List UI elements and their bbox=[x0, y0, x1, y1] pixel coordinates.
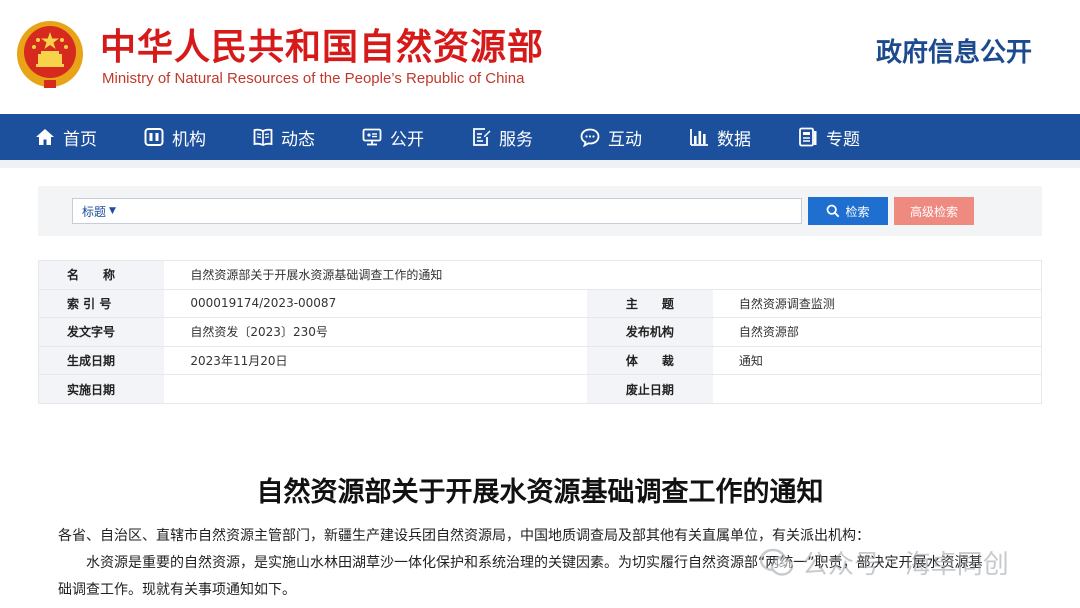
meta-name-value: 自然资源部关于开展水资源基础调查工作的通知 bbox=[164, 260, 1042, 290]
search-button[interactable]: 检索 bbox=[808, 197, 888, 225]
meta-genre-label: 体 裁 bbox=[586, 346, 713, 376]
meta-date-label: 生成日期 bbox=[38, 346, 165, 376]
bar-chart-icon bbox=[688, 126, 710, 148]
gov-info-heading[interactable]: 政府信息公开 bbox=[876, 32, 1032, 69]
national-emblem-icon[interactable] bbox=[14, 18, 86, 92]
table-row: 索 引 号 000019174/2023-00087 主 题 自然资源调查监测 bbox=[38, 289, 1042, 319]
table-row: 名 称 自然资源部关于开展水资源基础调查工作的通知 bbox=[38, 260, 1042, 290]
meta-issuer-value: 自然资源部 bbox=[712, 317, 1042, 347]
nav-item-data[interactable]: 数据 bbox=[688, 114, 751, 160]
nav-label-service: 服务 bbox=[499, 129, 533, 150]
meta-subject-label: 主 题 bbox=[586, 289, 713, 319]
meta-expiry-value bbox=[712, 374, 1042, 404]
topic-icon bbox=[797, 126, 819, 148]
search-panel: 标题 ▼ 检索 高级检索 bbox=[38, 186, 1042, 236]
meta-genre-value: 通知 bbox=[712, 346, 1042, 376]
meta-index-value: 000019174/2023-00087 bbox=[164, 289, 587, 319]
nav-label-open: 公开 bbox=[390, 129, 424, 150]
home-icon bbox=[34, 126, 56, 148]
nav-divider bbox=[0, 160, 1080, 168]
nav-label-home: 首页 bbox=[63, 129, 97, 150]
nav-item-org[interactable]: 机构 bbox=[143, 114, 206, 160]
article-paragraph: 础调查工作。现就有关事项通知如下。 bbox=[58, 582, 296, 598]
nav-label-data: 数据 bbox=[717, 129, 751, 150]
table-row: 实施日期 废止日期 bbox=[38, 374, 1042, 404]
main-nav: 首页 机构 动态 公开 服务 互动 数据 专题 bbox=[0, 114, 1080, 160]
table-row: 生成日期 2023年11月20日 体 裁 通知 bbox=[38, 346, 1042, 376]
meta-index-label: 索 引 号 bbox=[38, 289, 165, 319]
meta-effective-value bbox=[164, 374, 587, 404]
nav-item-news[interactable]: 动态 bbox=[252, 114, 315, 160]
nav-label-news: 动态 bbox=[281, 129, 315, 150]
site-header: 中华人民共和国自然资源部 Ministry of Natural Resourc… bbox=[0, 0, 1080, 114]
search-box: 标题 ▼ bbox=[72, 198, 802, 224]
nav-item-topic[interactable]: 专题 bbox=[797, 114, 860, 160]
table-row: 发文字号 自然资发〔2023〕230号 发布机构 自然资源部 bbox=[38, 317, 1042, 347]
chevron-down-icon: ▼ bbox=[109, 206, 116, 216]
meta-expiry-label: 废止日期 bbox=[586, 374, 713, 404]
search-field-label: 标题 bbox=[82, 204, 107, 219]
search-input[interactable] bbox=[123, 200, 801, 222]
watermark-text: 公众号 · 海卓同创 bbox=[802, 550, 1009, 580]
meta-name-label: 名 称 bbox=[38, 260, 165, 290]
nav-item-interact[interactable]: 互动 bbox=[579, 114, 642, 160]
article-paragraph: 各省、自治区、直辖市自然资源主管部门，新疆生产建设兵团自然资源局，中国地质调查局… bbox=[58, 528, 870, 544]
nav-item-open[interactable]: 公开 bbox=[361, 114, 424, 160]
screen-icon bbox=[361, 126, 383, 148]
advanced-search-button[interactable]: 高级检索 bbox=[894, 197, 974, 225]
meta-subject-value: 自然资源调查监测 bbox=[712, 289, 1042, 319]
nav-item-service[interactable]: 服务 bbox=[470, 114, 533, 160]
nav-label-interact: 互动 bbox=[608, 129, 642, 150]
site-subtitle-en: Ministry of Natural Resources of the Peo… bbox=[102, 70, 525, 87]
chat-icon bbox=[579, 126, 601, 148]
org-icon bbox=[143, 126, 165, 148]
watermark: 公众号 · 海卓同创 bbox=[760, 544, 1009, 581]
nav-item-home[interactable]: 首页 bbox=[34, 114, 97, 160]
meta-date-value: 2023年11月20日 bbox=[164, 346, 587, 376]
search-button-label: 检索 bbox=[845, 204, 870, 219]
site-title[interactable]: 中华人民共和国自然资源部 bbox=[100, 18, 544, 70]
meta-docno-value: 自然资发〔2023〕230号 bbox=[164, 317, 587, 347]
search-icon bbox=[827, 204, 840, 218]
edit-doc-icon bbox=[470, 126, 492, 148]
book-icon bbox=[252, 126, 274, 148]
nav-label-org: 机构 bbox=[172, 129, 206, 150]
wechat-logo-icon bbox=[760, 548, 794, 576]
meta-effective-label: 实施日期 bbox=[38, 374, 165, 404]
document-metadata-table: 名 称 自然资源部关于开展水资源基础调查工作的通知 索 引 号 00001917… bbox=[38, 260, 1042, 404]
nav-label-topic: 专题 bbox=[826, 129, 860, 150]
search-field-dropdown[interactable]: 标题 ▼ bbox=[73, 203, 116, 220]
meta-docno-label: 发文字号 bbox=[38, 317, 165, 347]
meta-issuer-label: 发布机构 bbox=[586, 317, 713, 347]
document-title: 自然资源部关于开展水资源基础调查工作的通知 bbox=[256, 477, 824, 508]
